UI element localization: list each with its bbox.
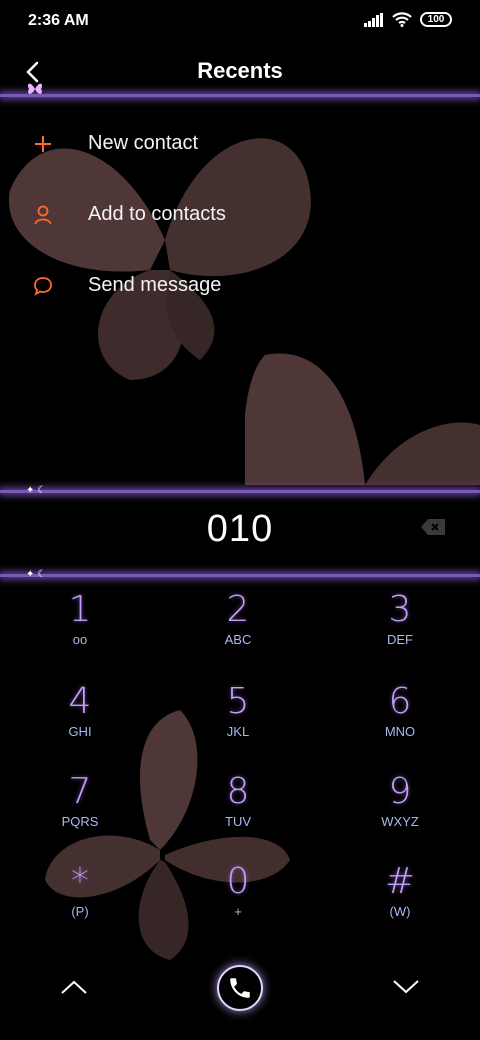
key-letters: + — [234, 904, 242, 919]
key-letters: MNO — [384, 724, 416, 739]
moon-star-decoration-2: ✦ ☾ — [26, 569, 47, 580]
phone-icon — [230, 978, 250, 998]
voicemail-icon: oo — [72, 632, 88, 647]
message-icon — [0, 276, 88, 296]
header: Recents — [0, 44, 480, 100]
key-letters: GHI — [68, 724, 92, 739]
key-4[interactable]: 4 GHI — [0, 682, 160, 770]
key-digit: 6 — [388, 681, 412, 722]
butterfly-sticker-icon — [27, 83, 43, 94]
new-contact-label: New contact — [88, 132, 199, 154]
key-letters: TUV — [225, 814, 251, 829]
number-display-area: 010 — [0, 496, 480, 572]
key-1[interactable]: 1 oo — [0, 590, 160, 678]
page-title: Recents — [197, 58, 283, 83]
status-icons: 100 — [364, 12, 452, 27]
person-icon — [0, 205, 88, 225]
battery-level: 100 — [427, 14, 445, 25]
status-time: 2:36 AM — [28, 12, 89, 29]
key-letters: ABC — [224, 632, 252, 647]
key-digit: 0 — [226, 861, 250, 902]
key-digit: 9 — [388, 771, 412, 812]
key-letters: PQRS — [61, 814, 99, 829]
wifi-icon — [392, 12, 412, 27]
action-list: New contact Add to contacts Send message — [0, 108, 480, 321]
key-letters: JKL — [226, 724, 250, 739]
key-digit: 8 — [226, 771, 250, 812]
moon-star-decoration: ✦ ☾ — [26, 485, 47, 496]
key-letters: WXYZ — [381, 814, 419, 829]
collapse-keypad-button[interactable] — [44, 957, 104, 1017]
key-hash[interactable]: # (W) — [320, 862, 480, 950]
key-6[interactable]: 6 MNO — [320, 682, 480, 770]
status-bar: 2:36 AM 100 — [0, 0, 480, 44]
key-0[interactable]: 0 + — [158, 862, 318, 950]
header-divider — [0, 94, 480, 97]
battery-icon: 100 — [420, 12, 452, 27]
number-bottom-divider — [0, 574, 480, 577]
key-star[interactable]: * (P) — [0, 862, 160, 950]
add-to-contacts-action[interactable]: Add to contacts — [0, 179, 480, 250]
key-digit: 4 — [68, 681, 92, 722]
send-message-label: Send message — [88, 274, 222, 296]
key-5[interactable]: 5 JKL — [158, 682, 318, 770]
add-to-contacts-label: Add to contacts — [88, 203, 226, 225]
key-7[interactable]: 7 PQRS — [0, 772, 160, 860]
chevron-up-icon — [61, 980, 87, 994]
expand-button[interactable] — [376, 957, 436, 1017]
backspace-icon[interactable] — [420, 518, 446, 536]
key-letters: DEF — [387, 632, 413, 647]
key-digit: 2 — [226, 589, 250, 630]
call-button[interactable] — [217, 965, 263, 1011]
key-8[interactable]: 8 TUV — [158, 772, 318, 860]
key-digit: * — [71, 861, 89, 902]
butterfly-decoration-right — [245, 353, 480, 485]
key-digit: 3 — [388, 589, 412, 630]
key-3[interactable]: 3 DEF — [320, 590, 480, 678]
chevron-down-icon — [393, 980, 419, 994]
number-top-divider — [0, 490, 480, 493]
dialed-number: 010 — [206, 508, 274, 550]
key-letters: (W) — [389, 904, 411, 919]
signal-icon — [364, 12, 383, 27]
key-digit: 5 — [226, 681, 250, 722]
plus-icon — [0, 135, 88, 153]
key-digit: 7 — [68, 771, 92, 812]
bottom-bar — [0, 955, 480, 1021]
send-message-action[interactable]: Send message — [0, 250, 480, 321]
new-contact-action[interactable]: New contact — [0, 108, 480, 179]
key-letters: (P) — [71, 904, 89, 919]
key-digit: 1 — [68, 589, 92, 630]
key-2[interactable]: 2 ABC — [158, 590, 318, 678]
key-digit: # — [384, 861, 416, 902]
key-9[interactable]: 9 WXYZ — [320, 772, 480, 860]
